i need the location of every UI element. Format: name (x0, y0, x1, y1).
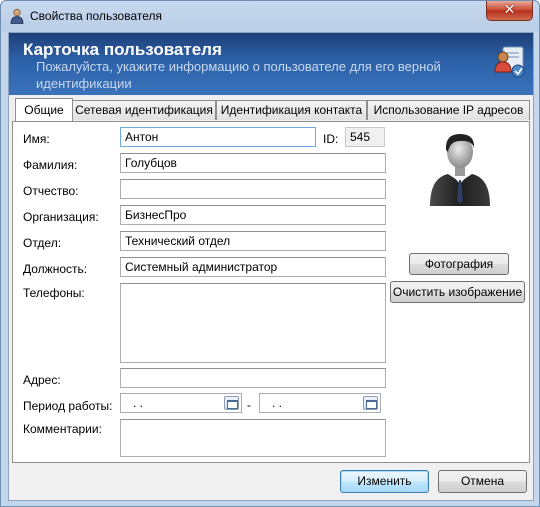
header-subtitle: Пожалуйста, укажите информацию о пользов… (36, 59, 441, 91)
tab-network-identification[interactable]: Сетевая идентификация (72, 100, 216, 120)
calendar-icon[interactable] (363, 396, 378, 410)
comments-label: Комментарии: (23, 422, 102, 436)
title-bar[interactable]: Свойства пользователя ✕ (1, 1, 539, 31)
user-card-icon (494, 46, 525, 78)
user-icon (10, 8, 24, 24)
department-label: Отдел: (23, 236, 62, 250)
calendar-icon[interactable] (224, 396, 239, 410)
first-name-label: Имя: (23, 132, 50, 146)
work-end-date-picker[interactable]: . . (259, 393, 381, 413)
first-name-field[interactable]: Антон (120, 127, 316, 147)
department-field[interactable]: Технический отдел (120, 231, 386, 251)
last-name-field[interactable]: Голубцов (120, 153, 386, 173)
address-field[interactable] (120, 368, 386, 388)
cancel-button[interactable]: Отмена (438, 470, 527, 493)
tab-strip: Общие Сетевая идентификация Идентификаци… (12, 98, 530, 121)
window-title: Свойства пользователя (30, 9, 163, 23)
tab-general[interactable]: Общие (15, 98, 73, 121)
close-icon: ✕ (503, 2, 516, 18)
position-field[interactable]: Системный администратор (120, 257, 386, 277)
header-title: Карточка пользователя (23, 40, 222, 59)
phones-field[interactable] (120, 283, 386, 363)
middle-name-field[interactable] (120, 179, 386, 199)
position-label: Должность: (23, 262, 88, 276)
id-label: ID: (323, 132, 339, 146)
apply-button[interactable]: Изменить (340, 470, 429, 493)
work-start-date-value: . . (133, 396, 144, 410)
tab-contact-identification[interactable]: Идентификация контакта (216, 100, 367, 120)
last-name-label: Фамилия: (23, 158, 78, 172)
clear-image-button[interactable]: Очистить изображение (390, 281, 525, 303)
close-button[interactable]: ✕ (486, 1, 533, 21)
address-label: Адрес: (23, 373, 61, 387)
dialog-client: Карточка пользователя Пожалуйста, укажит… (8, 32, 534, 501)
tab-ip-usage[interactable]: Использование IP адресов (367, 100, 530, 120)
work-period-label: Период работы: (23, 399, 113, 413)
period-separator: - (247, 398, 251, 412)
organization-field[interactable]: БизнесПро (120, 205, 386, 225)
header-banner: Карточка пользователя Пожалуйста, укажит… (9, 33, 533, 95)
work-end-date-value: . . (272, 396, 283, 410)
photo-button[interactable]: Фотография (409, 253, 509, 275)
comments-field[interactable] (120, 419, 386, 457)
phones-label: Телефоны: (23, 286, 85, 300)
general-tab-panel: Имя: Фамилия: Отчество: Организация: Отд… (12, 121, 530, 463)
dialog-window: Свойства пользователя ✕ Карточка пользов… (0, 0, 540, 507)
organization-label: Организация: (23, 210, 99, 224)
middle-name-label: Отчество: (23, 184, 79, 198)
id-field: 545 (345, 127, 385, 147)
user-avatar-icon (430, 134, 490, 206)
work-start-date-picker[interactable]: . . (120, 393, 242, 413)
